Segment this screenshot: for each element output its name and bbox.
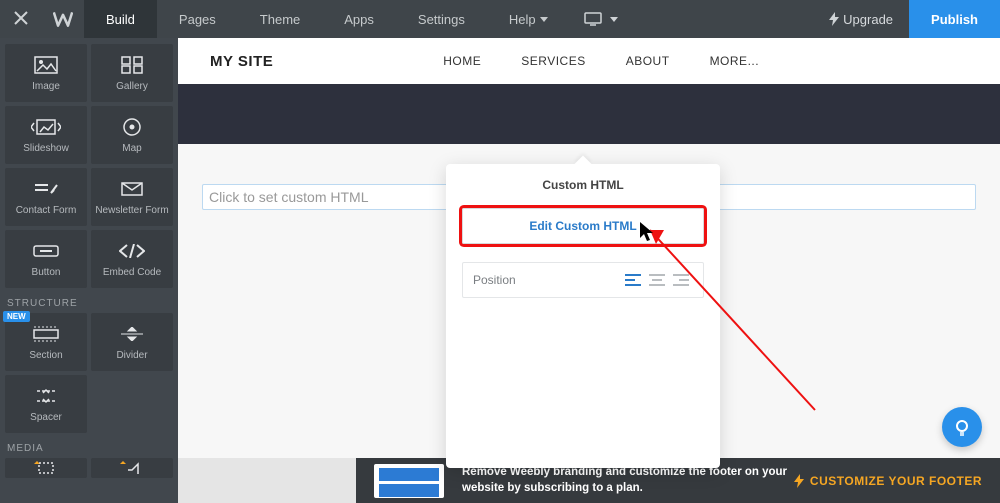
tool-newsletter-form[interactable]: Newsletter Form xyxy=(91,168,173,226)
tab-build[interactable]: Build xyxy=(84,0,157,38)
lightning-icon xyxy=(794,474,804,488)
newsletter-icon xyxy=(121,182,143,196)
align-right-icon xyxy=(673,274,689,286)
site-title[interactable]: MY SITE xyxy=(210,53,273,70)
tool-gallery[interactable]: Gallery xyxy=(91,44,173,102)
upgrade-button[interactable]: Upgrade xyxy=(813,12,909,27)
embed-code-icon xyxy=(119,244,145,258)
new-badge: NEW xyxy=(3,311,30,322)
footer-preview-thumb xyxy=(374,464,444,498)
device-preview-button[interactable] xyxy=(570,12,632,26)
image-icon xyxy=(34,56,58,74)
lightning-icon xyxy=(829,12,839,26)
button-icon xyxy=(33,245,59,257)
tool-spacer[interactable]: Spacer xyxy=(5,375,87,433)
tab-apps[interactable]: Apps xyxy=(322,0,396,38)
tool-contact-form[interactable]: Contact Form xyxy=(5,168,87,226)
video-icon xyxy=(34,460,58,474)
site-nav: HOME SERVICES ABOUT MORE... xyxy=(443,54,759,68)
customize-footer-button[interactable]: CUSTOMIZE YOUR FOOTER xyxy=(794,474,982,488)
custom-html-popup: Custom HTML Edit Custom HTML Position xyxy=(446,164,720,468)
nav-services[interactable]: SERVICES xyxy=(521,54,585,68)
align-left-button[interactable] xyxy=(621,274,645,286)
sidebar-section-structure: STRUCTURE xyxy=(7,298,173,309)
align-center-icon xyxy=(649,274,665,286)
position-label: Position xyxy=(473,273,621,287)
contact-form-icon xyxy=(34,182,58,196)
lightbulb-icon xyxy=(953,418,971,436)
align-center-button[interactable] xyxy=(645,274,669,286)
publish-button[interactable]: Publish xyxy=(909,0,1000,38)
desktop-icon xyxy=(584,12,602,26)
map-icon xyxy=(122,117,142,137)
close-editor-button[interactable] xyxy=(0,11,42,28)
help-bubble-button[interactable] xyxy=(942,407,982,447)
tool-map[interactable]: Map xyxy=(91,106,173,164)
popup-title: Custom HTML xyxy=(456,178,710,192)
audio-icon xyxy=(120,460,144,474)
tool-image[interactable]: Image xyxy=(5,44,87,102)
chevron-down-icon xyxy=(540,17,548,22)
chevron-down-icon xyxy=(610,17,618,22)
tool-divider[interactable]: Divider xyxy=(91,313,173,371)
tool-media-1[interactable] xyxy=(5,458,87,478)
section-icon xyxy=(33,326,59,342)
nav-home[interactable]: HOME xyxy=(443,54,481,68)
weebly-logo xyxy=(42,11,84,28)
align-left-icon xyxy=(625,274,641,286)
nav-more[interactable]: MORE... xyxy=(710,54,760,68)
gallery-icon xyxy=(121,56,143,74)
tool-media-2[interactable] xyxy=(91,458,173,478)
sidebar-section-media: MEDIA xyxy=(7,443,173,454)
nav-about[interactable]: ABOUT xyxy=(626,54,670,68)
position-row: Position xyxy=(462,262,704,298)
divider-icon xyxy=(120,327,144,341)
spacer-icon xyxy=(34,388,58,404)
slideshow-icon xyxy=(31,119,61,135)
tool-button[interactable]: Button xyxy=(5,230,87,288)
tab-pages[interactable]: Pages xyxy=(157,0,238,38)
tab-settings[interactable]: Settings xyxy=(396,0,487,38)
top-toolbar: Build Pages Theme Apps Settings Help Upg… xyxy=(0,0,1000,38)
hero-band xyxy=(178,84,1000,144)
elements-sidebar: Image Gallery Slideshow Map Contact Form… xyxy=(0,38,178,503)
tool-section[interactable]: NEWSection xyxy=(5,313,87,371)
tool-slideshow[interactable]: Slideshow xyxy=(5,106,87,164)
edit-custom-html-button[interactable]: Edit Custom HTML xyxy=(462,208,704,244)
close-icon xyxy=(14,11,28,25)
footer-message: Remove Weebly branding and customize the… xyxy=(462,465,787,496)
align-right-button[interactable] xyxy=(669,274,693,286)
site-header: MY SITE HOME SERVICES ABOUT MORE... xyxy=(178,38,1000,84)
tab-help[interactable]: Help xyxy=(487,0,570,38)
tab-theme[interactable]: Theme xyxy=(238,0,322,38)
tool-embed-code[interactable]: Embed Code xyxy=(91,230,173,288)
